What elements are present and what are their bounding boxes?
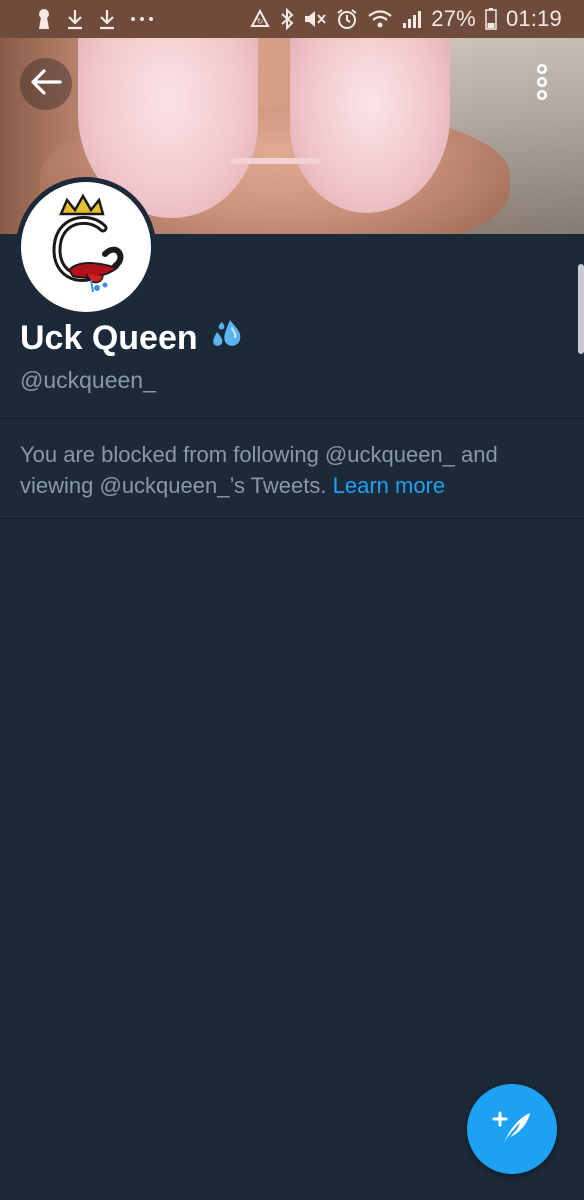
compose-tweet-icon xyxy=(490,1105,534,1154)
alarm-icon xyxy=(336,8,358,30)
avatar[interactable] xyxy=(16,177,156,317)
battery-icon xyxy=(485,8,497,30)
arrow-left-icon xyxy=(30,68,62,101)
wifi-icon xyxy=(367,9,393,29)
keyhole-icon xyxy=(36,8,52,30)
learn-more-link[interactable]: Learn more xyxy=(333,473,446,498)
signal-icon xyxy=(402,9,422,29)
back-button[interactable] xyxy=(20,58,72,110)
uck-queen-logo-icon xyxy=(52,193,124,293)
divider xyxy=(0,418,584,419)
svg-text:↻: ↻ xyxy=(257,17,264,26)
vertical-dots-icon xyxy=(535,63,549,105)
divider xyxy=(0,518,584,519)
more-options-button[interactable] xyxy=(516,58,568,110)
more-notifications-icon xyxy=(130,15,154,23)
scrollbar[interactable] xyxy=(578,264,584,354)
battery-percent: 27% xyxy=(431,6,476,31)
status-bar: ↻ 27% 01:19 xyxy=(0,0,584,38)
mute-icon xyxy=(303,9,327,29)
profile-display-name: Uck Queen xyxy=(20,318,246,359)
clock: 01:19 xyxy=(505,6,562,31)
sweat-droplets-icon xyxy=(210,318,246,359)
bluetooth-icon xyxy=(280,8,294,30)
status-right-group: ↻ 27% 01:19 xyxy=(249,6,562,32)
profile-screen: ↻ 27% 01:19 Uck Queen @uckqueen_ You are… xyxy=(0,0,584,1200)
display-name-text: Uck Queen xyxy=(20,319,198,357)
blocked-notice: You are blocked from following @uckqueen… xyxy=(20,439,560,501)
profile-handle: @uckqueen_ xyxy=(20,367,156,393)
recycle-icon: ↻ xyxy=(249,9,271,29)
compose-tweet-button[interactable] xyxy=(467,1084,557,1174)
status-left-group xyxy=(36,8,154,30)
download-icon xyxy=(66,8,84,30)
download-icon xyxy=(98,8,116,30)
banner-strap xyxy=(230,158,320,164)
